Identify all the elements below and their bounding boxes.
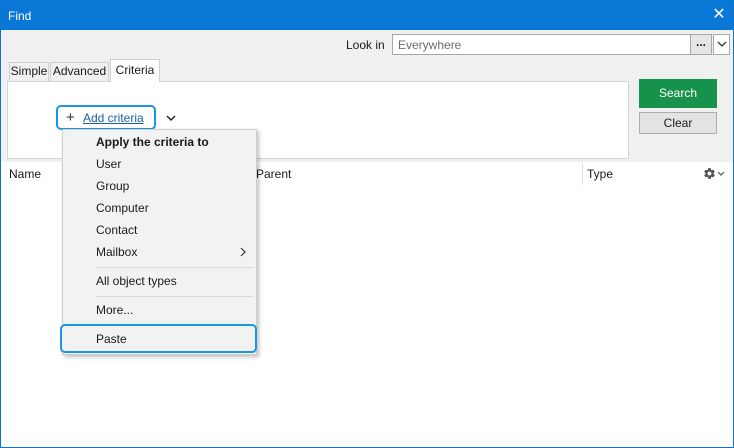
find-window: Find ✕ Look in Everywhere ... Simple Adv… [0, 0, 734, 448]
look-in-dropdown[interactable] [713, 34, 730, 55]
tab-criteria[interactable]: Criteria [110, 59, 160, 82]
menu-item-group[interactable]: Group [63, 176, 256, 196]
menu-header: Apply the criteria to [96, 135, 209, 149]
add-criteria-label: Add criteria [83, 111, 144, 125]
menu-item-more[interactable]: More... [63, 300, 256, 320]
look-in-value: Everywhere [398, 38, 462, 52]
menu-item-all-object-types[interactable]: All object types [63, 271, 256, 291]
menu-item-computer[interactable]: Computer [63, 198, 256, 218]
tab-advanced[interactable]: Advanced [50, 62, 109, 81]
menu-item-mailbox[interactable]: Mailbox [63, 242, 256, 262]
column-type[interactable]: Type [587, 167, 613, 181]
add-criteria-menu: Apply the criteria to User Group Compute… [62, 129, 257, 355]
menu-item-mailbox-label: Mailbox [96, 245, 138, 259]
add-criteria-button[interactable]: + Add criteria [56, 105, 156, 130]
clear-button[interactable]: Clear [639, 112, 717, 134]
browse-button[interactable]: ... [690, 35, 711, 54]
menu-item-user[interactable]: User [63, 154, 256, 174]
chevron-down-icon[interactable] [164, 111, 178, 125]
window-title: Find [8, 9, 32, 23]
plus-icon: + [66, 109, 75, 126]
column-parent[interactable]: Parent [256, 167, 291, 181]
gear-icon[interactable] [703, 167, 716, 180]
menu-separator [95, 267, 253, 268]
chevron-right-icon [240, 247, 246, 257]
menu-item-paste[interactable]: Paste [60, 324, 257, 353]
column-name[interactable]: Name [9, 167, 41, 181]
column-divider[interactable] [582, 163, 583, 185]
chevron-down-icon [717, 41, 727, 47]
title-bar: Find ✕ [1, 1, 733, 30]
menu-separator [95, 296, 253, 297]
chevron-down-icon[interactable] [717, 171, 725, 177]
menu-item-paste-label: Paste [96, 332, 127, 346]
search-button[interactable]: Search [639, 79, 717, 108]
look-in-field[interactable]: Everywhere ... [392, 34, 712, 55]
look-in-label: Look in [346, 38, 385, 52]
menu-item-contact[interactable]: Contact [63, 220, 256, 240]
tab-simple[interactable]: Simple [9, 62, 49, 81]
close-icon[interactable]: ✕ [711, 6, 727, 24]
